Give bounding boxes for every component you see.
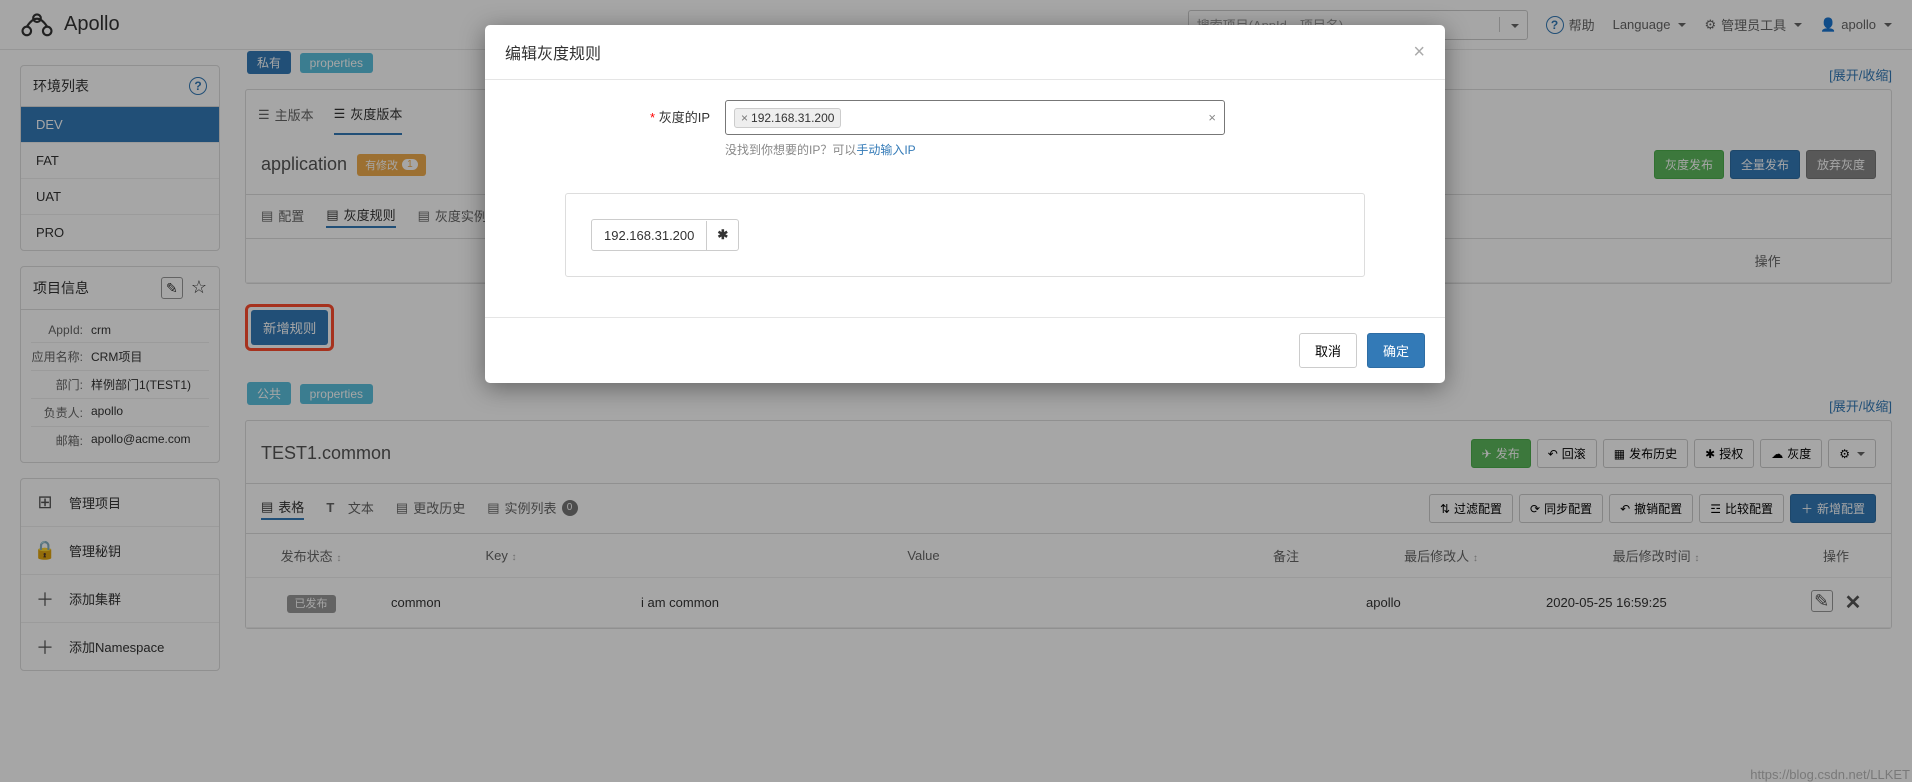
modal-title: 编辑灰度规则 [505,40,601,64]
clear-input-icon[interactable]: × [1208,110,1216,125]
modal-header: 编辑灰度规则 × [485,25,1445,80]
manual-ip-link[interactable]: 手动输入IP [856,143,915,157]
edit-gray-rule-modal: 编辑灰度规则 × * 灰度的IP ×192.168.31.200 × 没找到你想… [485,25,1445,383]
form-label: * 灰度的IP [505,100,725,158]
ip-tag: 192.168.31.200 ✱ [591,219,739,251]
close-icon[interactable]: × [1413,41,1425,64]
form-row-ip: * 灰度的IP ×192.168.31.200 × 没找到你想要的IP？可以手动… [505,100,1425,158]
modal-body: * 灰度的IP ×192.168.31.200 × 没找到你想要的IP？可以手动… [485,80,1445,317]
remove-ip-icon[interactable]: ✱ [707,220,738,250]
remove-chip-icon[interactable]: × [741,111,748,125]
cancel-button[interactable]: 取消 [1299,333,1357,368]
ip-chip: ×192.168.31.200 [734,108,841,128]
confirm-button[interactable]: 确定 [1367,333,1425,368]
ip-card: 192.168.31.200 ✱ [565,193,1365,277]
modal-footer: 取消 确定 [485,317,1445,383]
ip-tags-input[interactable]: ×192.168.31.200 × [725,100,1225,135]
hint-text: 没找到你想要的IP？可以手动输入IP [725,135,1425,158]
form-control: ×192.168.31.200 × 没找到你想要的IP？可以手动输入IP [725,100,1425,158]
ip-value: 192.168.31.200 [592,221,707,250]
